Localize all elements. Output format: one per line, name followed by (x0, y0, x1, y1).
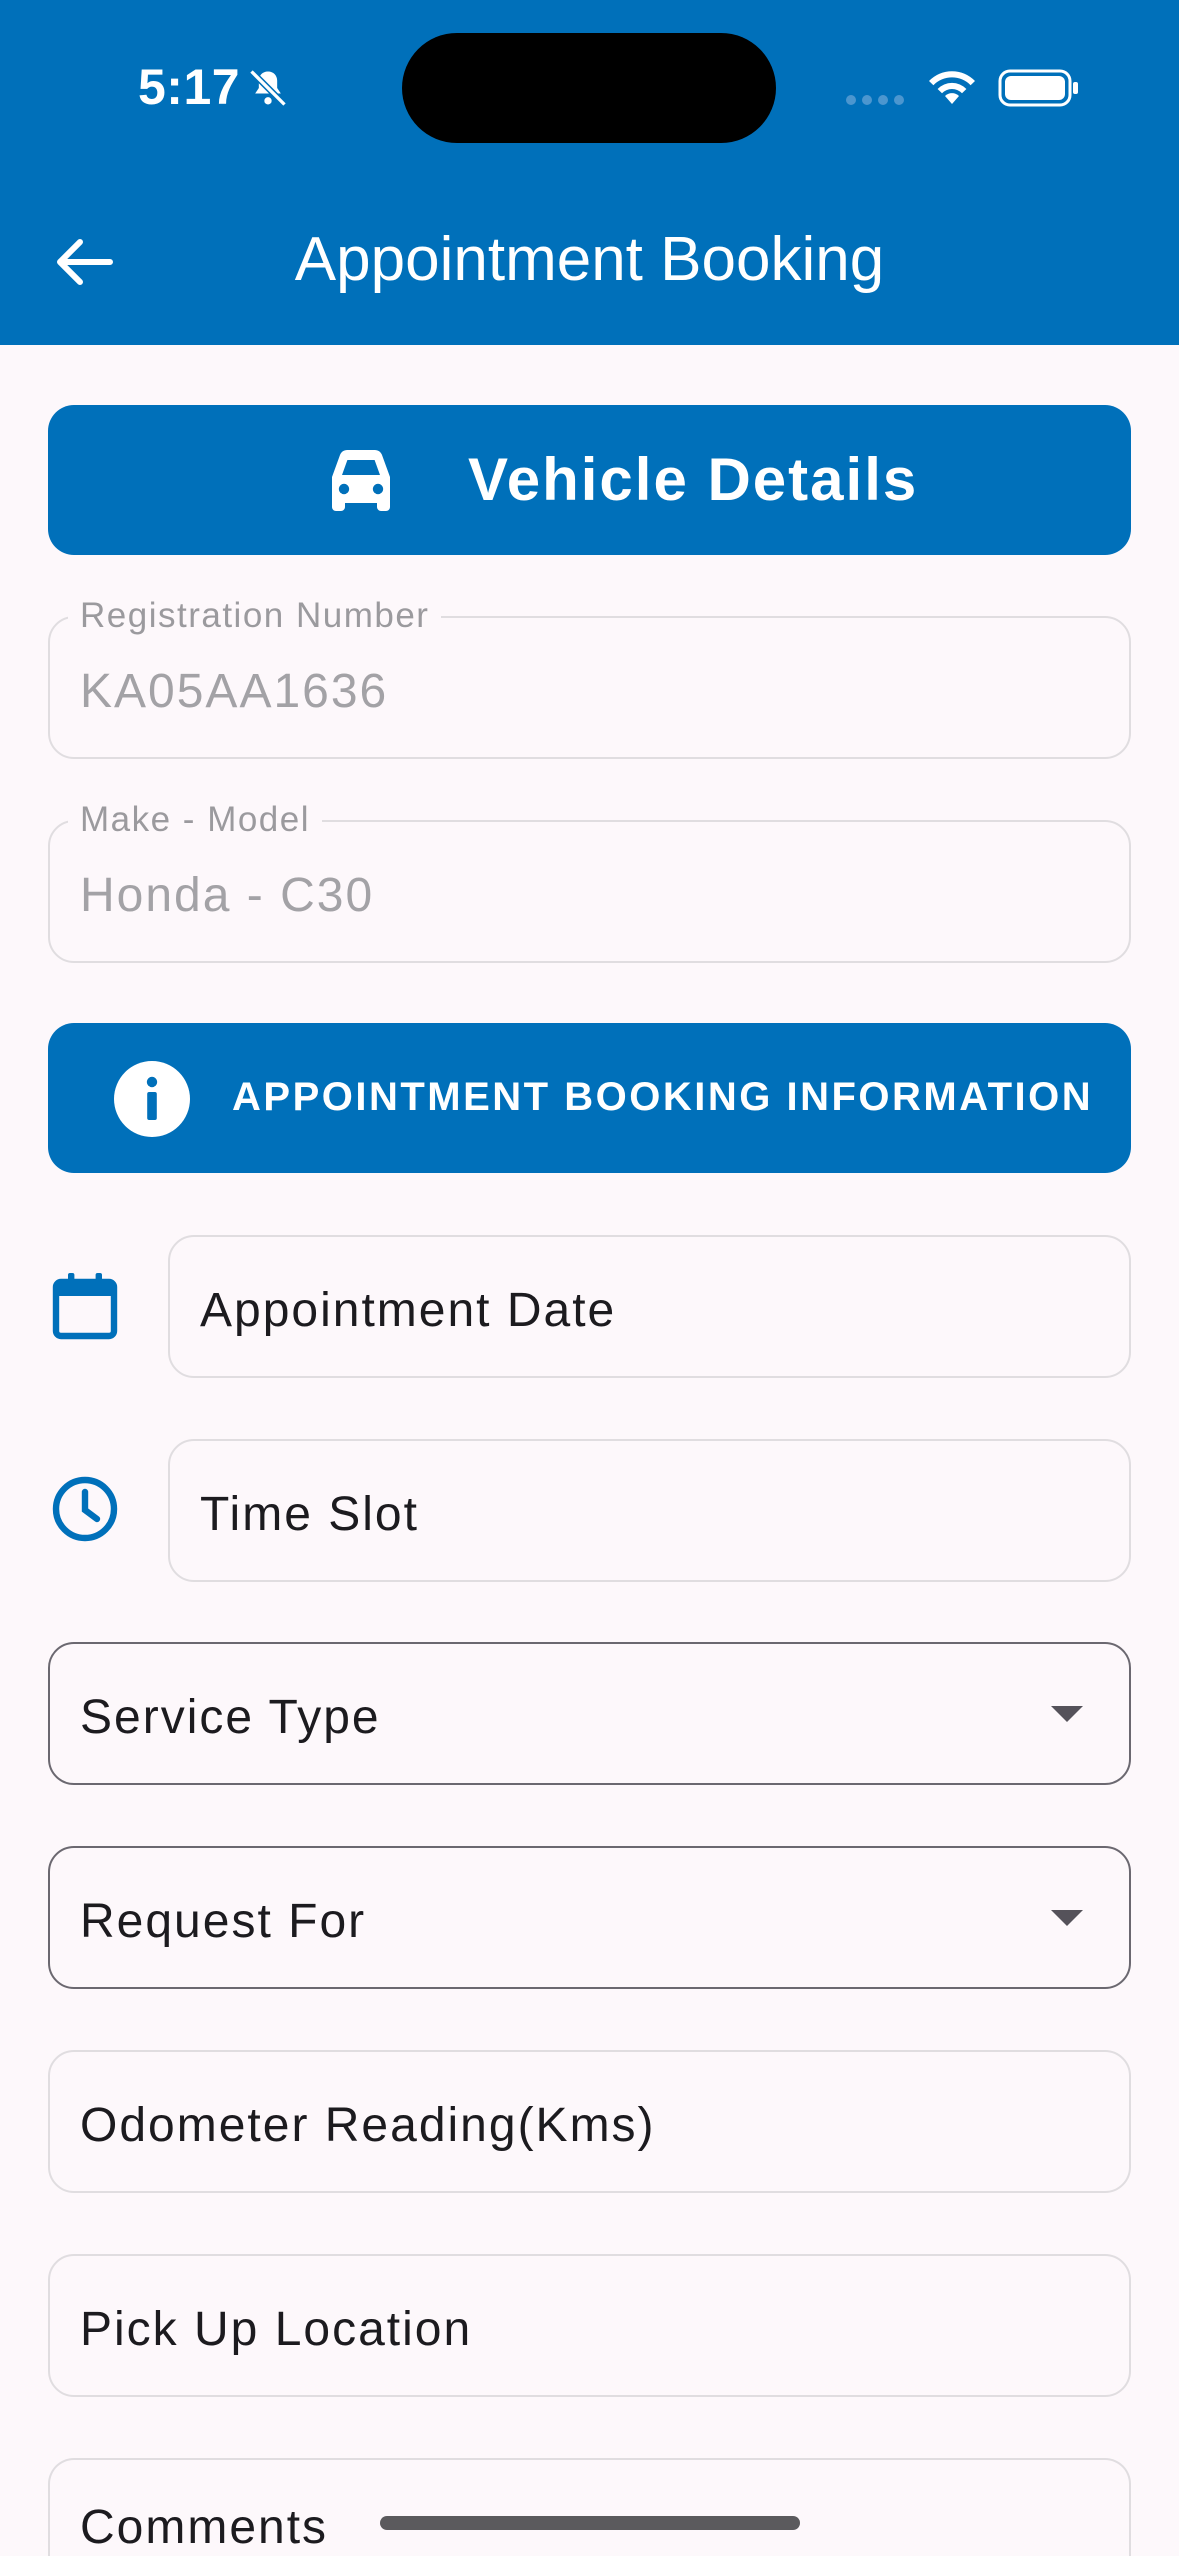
app-header: 5:17 Appointment Booking (0, 0, 1179, 345)
appointment-date-input[interactable]: Appointment Date (168, 1235, 1131, 1378)
time-slot-placeholder: Time Slot (200, 1488, 419, 1541)
pickup-location-placeholder: Pick Up Location (80, 2303, 473, 2356)
odometer-placeholder: Odometer Reading(Kms) (80, 2099, 656, 2152)
dropdown-caret-icon (1051, 1910, 1083, 1926)
battery-icon (998, 69, 1078, 107)
time-slot-input[interactable]: Time Slot (168, 1439, 1131, 1582)
signal-icon (846, 95, 904, 105)
appointment-date-placeholder: Appointment Date (200, 1284, 617, 1337)
pickup-location-input[interactable]: Pick Up Location (48, 2254, 1131, 2397)
vehicle-details-title: Vehicle Details (468, 446, 919, 513)
dynamic-island (402, 33, 776, 143)
car-icon (332, 450, 390, 511)
make-model-label: Make - Model (68, 800, 323, 840)
comments-placeholder: Comments (80, 2501, 329, 2554)
vehicle-details-banner: Vehicle Details (48, 405, 1131, 555)
service-type-dropdown[interactable]: Service Type (48, 1642, 1131, 1785)
wifi-icon (929, 71, 975, 104)
dropdown-caret-icon (1051, 1706, 1083, 1722)
request-for-dropdown[interactable]: Request For (48, 1846, 1131, 1989)
bell-slash-icon (249, 69, 287, 107)
info-icon (114, 1061, 190, 1137)
status-time: 5:17 (138, 59, 241, 115)
odometer-input[interactable]: Odometer Reading(Kms) (48, 2050, 1131, 2193)
booking-info-title: APPOINTMENT BOOKING INFORMATION (232, 1075, 1094, 1119)
service-type-placeholder: Service Type (80, 1691, 381, 1744)
page-title: Appointment Booking (294, 225, 885, 294)
home-indicator[interactable] (380, 2516, 800, 2530)
booking-info-banner: APPOINTMENT BOOKING INFORMATION (48, 1023, 1131, 1173)
registration-number-field: Registration Number KA05AA1636 (48, 596, 1131, 759)
calendar-icon[interactable] (50, 1270, 120, 1340)
make-model-field: Make - Model Honda - C30 (48, 800, 1131, 963)
clock-icon[interactable] (50, 1474, 120, 1544)
registration-number-label: Registration Number (68, 596, 442, 636)
request-for-placeholder: Request For (80, 1895, 367, 1948)
make-model-value: Honda - C30 (80, 869, 375, 922)
comments-input[interactable]: Comments (48, 2458, 1131, 2556)
registration-number-value: KA05AA1636 (80, 665, 389, 718)
